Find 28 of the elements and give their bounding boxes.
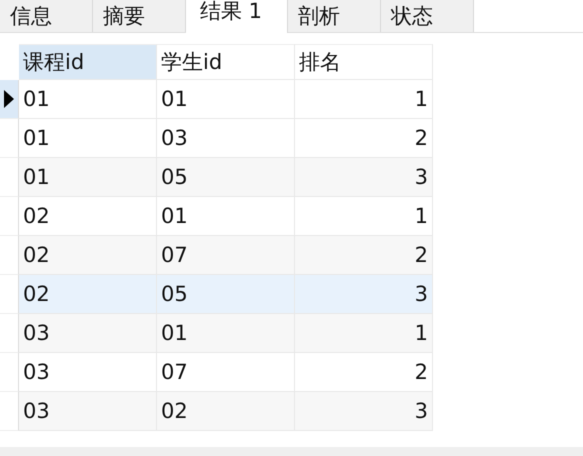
table-cell: 2 <box>295 236 433 275</box>
table-cell: 3 <box>295 158 433 197</box>
table-cell: 1 <box>295 80 433 119</box>
table-cell: 3 <box>295 275 433 314</box>
tab[interactable]: 摘要 <box>93 0 186 32</box>
row-indicator[interactable] <box>0 80 19 119</box>
table-cell: 03 <box>19 314 157 353</box>
table-cell: 01 <box>19 158 157 197</box>
table-cell: 02 <box>19 236 157 275</box>
table-cell: 01 <box>157 80 295 119</box>
tab[interactable]: 信息 <box>0 0 93 32</box>
column-header[interactable]: 学生id <box>157 44 295 80</box>
table-cell: 01 <box>19 80 157 119</box>
column-header[interactable]: 排名 <box>295 44 433 80</box>
table-cell: 01 <box>157 314 295 353</box>
table-cell: 05 <box>157 158 295 197</box>
table-cell: 02 <box>19 275 157 314</box>
table-cell: 07 <box>157 236 295 275</box>
table-cell: 02 <box>157 392 295 431</box>
tab[interactable]: 状态 <box>381 0 474 32</box>
current-row-icon <box>4 90 14 108</box>
tab[interactable]: 结果 1 <box>186 0 288 33</box>
table-cell: 03 <box>19 392 157 431</box>
table-cell: 1 <box>295 314 433 353</box>
tab[interactable]: 剖析 <box>288 0 381 32</box>
table-cell: 05 <box>157 275 295 314</box>
table-cell: 3 <box>295 392 433 431</box>
column-header[interactable]: 课程id <box>19 44 157 80</box>
